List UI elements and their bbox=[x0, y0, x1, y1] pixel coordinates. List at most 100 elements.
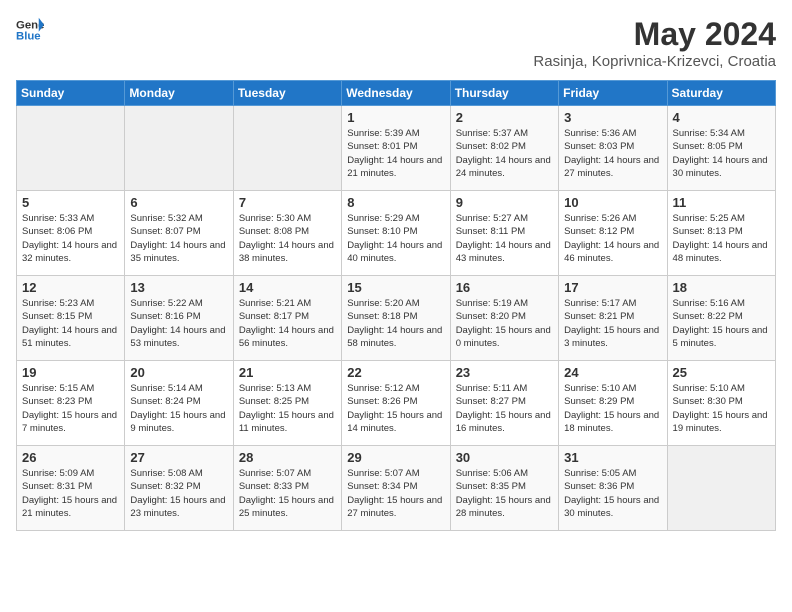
header-tuesday: Tuesday bbox=[233, 81, 341, 106]
day-info: Sunrise: 5:14 AM Sunset: 8:24 PM Dayligh… bbox=[130, 382, 227, 435]
day-info: Sunrise: 5:30 AM Sunset: 8:08 PM Dayligh… bbox=[239, 212, 336, 265]
calendar-cell: 7 Sunrise: 5:30 AM Sunset: 8:08 PM Daylig… bbox=[233, 191, 341, 276]
day-info: Sunrise: 5:07 AM Sunset: 8:33 PM Dayligh… bbox=[239, 467, 336, 520]
day-number: 27 bbox=[130, 450, 227, 465]
calendar-cell bbox=[17, 106, 125, 191]
day-number: 18 bbox=[673, 280, 770, 295]
day-number: 29 bbox=[347, 450, 444, 465]
calendar-cell: 9 Sunrise: 5:27 AM Sunset: 8:11 PM Daylig… bbox=[450, 191, 558, 276]
day-number: 26 bbox=[22, 450, 119, 465]
day-number: 1 bbox=[347, 110, 444, 125]
day-number: 19 bbox=[22, 365, 119, 380]
day-number: 4 bbox=[673, 110, 770, 125]
calendar-cell: 30 Sunrise: 5:06 AM Sunset: 8:35 PM Dayli… bbox=[450, 446, 558, 531]
day-number: 25 bbox=[673, 365, 770, 380]
calendar-cell: 28 Sunrise: 5:07 AM Sunset: 8:33 PM Dayli… bbox=[233, 446, 341, 531]
day-info: Sunrise: 5:33 AM Sunset: 8:06 PM Dayligh… bbox=[22, 212, 119, 265]
calendar-cell: 11 Sunrise: 5:25 AM Sunset: 8:13 PM Dayli… bbox=[667, 191, 775, 276]
day-info: Sunrise: 5:23 AM Sunset: 8:15 PM Dayligh… bbox=[22, 297, 119, 350]
day-info: Sunrise: 5:13 AM Sunset: 8:25 PM Dayligh… bbox=[239, 382, 336, 435]
calendar-cell: 18Sunrise: 5:16 AM Sunset: 8:22 PM Dayli… bbox=[667, 276, 775, 361]
day-info: Sunrise: 5:20 AM Sunset: 8:18 PM Dayligh… bbox=[347, 297, 444, 350]
day-info: Sunrise: 5:11 AM Sunset: 8:27 PM Dayligh… bbox=[456, 382, 553, 435]
day-number: 23 bbox=[456, 365, 553, 380]
calendar-cell: 26 Sunrise: 5:09 AM Sunset: 8:31 PM Dayli… bbox=[17, 446, 125, 531]
calendar-cell: 1 Sunrise: 5:39 AM Sunset: 8:01 PM Daylig… bbox=[342, 106, 450, 191]
calendar-cell: 19 Sunrise: 5:15 AM Sunset: 8:23 PM Dayli… bbox=[17, 361, 125, 446]
calendar-title: May 2024 bbox=[533, 16, 776, 53]
calendar-subtitle: Rasinja, Koprivnica-Krizevci, Croatia bbox=[533, 53, 776, 70]
day-number: 20 bbox=[130, 365, 227, 380]
day-number: 5 bbox=[22, 195, 119, 210]
logo: General Blue bbox=[16, 16, 44, 44]
calendar-cell bbox=[125, 106, 233, 191]
day-info: Sunrise: 5:07 AM Sunset: 8:34 PM Dayligh… bbox=[347, 467, 444, 520]
day-number: 12 bbox=[22, 280, 119, 295]
day-number: 9 bbox=[456, 195, 553, 210]
calendar-header-row: SundayMondayTuesdayWednesdayThursdayFrid… bbox=[17, 81, 776, 106]
header-thursday: Thursday bbox=[450, 81, 558, 106]
calendar-cell: 23 Sunrise: 5:11 AM Sunset: 8:27 PM Dayli… bbox=[450, 361, 558, 446]
calendar-week-1: 1 Sunrise: 5:39 AM Sunset: 8:01 PM Daylig… bbox=[17, 106, 776, 191]
day-number: 31 bbox=[564, 450, 661, 465]
day-info: Sunrise: 5:19 AM Sunset: 8:20 PM Dayligh… bbox=[456, 297, 553, 350]
calendar-cell: 4 Sunrise: 5:34 AM Sunset: 8:05 PM Daylig… bbox=[667, 106, 775, 191]
day-info: Sunrise: 5:36 AM Sunset: 8:03 PM Dayligh… bbox=[564, 127, 661, 180]
title-block: May 2024 Rasinja, Koprivnica-Krizevci, C… bbox=[533, 16, 776, 70]
calendar-cell: 10 Sunrise: 5:26 AM Sunset: 8:12 PM Dayli… bbox=[559, 191, 667, 276]
day-info: Sunrise: 5:39 AM Sunset: 8:01 PM Dayligh… bbox=[347, 127, 444, 180]
day-number: 24 bbox=[564, 365, 661, 380]
day-info: Sunrise: 5:10 AM Sunset: 8:30 PM Dayligh… bbox=[673, 382, 770, 435]
header-saturday: Saturday bbox=[667, 81, 775, 106]
day-info: Sunrise: 5:22 AM Sunset: 8:16 PM Dayligh… bbox=[130, 297, 227, 350]
day-number: 7 bbox=[239, 195, 336, 210]
calendar-cell: 31Sunrise: 5:05 AM Sunset: 8:36 PM Dayli… bbox=[559, 446, 667, 531]
calendar-cell: 15Sunrise: 5:20 AM Sunset: 8:18 PM Dayli… bbox=[342, 276, 450, 361]
logo-icon: General Blue bbox=[16, 16, 44, 44]
calendar-cell: 27 Sunrise: 5:08 AM Sunset: 8:32 PM Dayli… bbox=[125, 446, 233, 531]
day-info: Sunrise: 5:06 AM Sunset: 8:35 PM Dayligh… bbox=[456, 467, 553, 520]
day-info: Sunrise: 5:21 AM Sunset: 8:17 PM Dayligh… bbox=[239, 297, 336, 350]
day-number: 6 bbox=[130, 195, 227, 210]
day-number: 16 bbox=[456, 280, 553, 295]
day-number: 30 bbox=[456, 450, 553, 465]
day-info: Sunrise: 5:17 AM Sunset: 8:21 PM Dayligh… bbox=[564, 297, 661, 350]
calendar-cell: 20 Sunrise: 5:14 AM Sunset: 8:24 PM Dayli… bbox=[125, 361, 233, 446]
calendar-cell: 5 Sunrise: 5:33 AM Sunset: 8:06 PM Daylig… bbox=[17, 191, 125, 276]
day-info: Sunrise: 5:27 AM Sunset: 8:11 PM Dayligh… bbox=[456, 212, 553, 265]
day-info: Sunrise: 5:32 AM Sunset: 8:07 PM Dayligh… bbox=[130, 212, 227, 265]
day-number: 21 bbox=[239, 365, 336, 380]
day-info: Sunrise: 5:25 AM Sunset: 8:13 PM Dayligh… bbox=[673, 212, 770, 265]
day-number: 3 bbox=[564, 110, 661, 125]
day-info: Sunrise: 5:26 AM Sunset: 8:12 PM Dayligh… bbox=[564, 212, 661, 265]
calendar-cell: 29 Sunrise: 5:07 AM Sunset: 8:34 PM Dayli… bbox=[342, 446, 450, 531]
header-monday: Monday bbox=[125, 81, 233, 106]
day-info: Sunrise: 5:08 AM Sunset: 8:32 PM Dayligh… bbox=[130, 467, 227, 520]
day-number: 22 bbox=[347, 365, 444, 380]
calendar-cell: 3 Sunrise: 5:36 AM Sunset: 8:03 PM Daylig… bbox=[559, 106, 667, 191]
calendar-week-2: 5 Sunrise: 5:33 AM Sunset: 8:06 PM Daylig… bbox=[17, 191, 776, 276]
day-info: Sunrise: 5:12 AM Sunset: 8:26 PM Dayligh… bbox=[347, 382, 444, 435]
calendar-cell: 16 Sunrise: 5:19 AM Sunset: 8:20 PM Dayli… bbox=[450, 276, 558, 361]
header-wednesday: Wednesday bbox=[342, 81, 450, 106]
day-info: Sunrise: 5:34 AM Sunset: 8:05 PM Dayligh… bbox=[673, 127, 770, 180]
header-sunday: Sunday bbox=[17, 81, 125, 106]
day-info: Sunrise: 5:10 AM Sunset: 8:29 PM Dayligh… bbox=[564, 382, 661, 435]
page-header: General Blue May 2024 Rasinja, Koprivnic… bbox=[16, 16, 776, 70]
day-info: Sunrise: 5:09 AM Sunset: 8:31 PM Dayligh… bbox=[22, 467, 119, 520]
calendar-week-5: 26 Sunrise: 5:09 AM Sunset: 8:31 PM Dayli… bbox=[17, 446, 776, 531]
day-info: Sunrise: 5:29 AM Sunset: 8:10 PM Dayligh… bbox=[347, 212, 444, 265]
day-number: 11 bbox=[673, 195, 770, 210]
calendar-cell: 25 Sunrise: 5:10 AM Sunset: 8:30 PM Dayli… bbox=[667, 361, 775, 446]
calendar-cell: 21 Sunrise: 5:13 AM Sunset: 8:25 PM Dayli… bbox=[233, 361, 341, 446]
calendar-cell: 22 Sunrise: 5:12 AM Sunset: 8:26 PM Dayli… bbox=[342, 361, 450, 446]
calendar-cell: 8Sunrise: 5:29 AM Sunset: 8:10 PM Daylig… bbox=[342, 191, 450, 276]
day-number: 28 bbox=[239, 450, 336, 465]
day-number: 17 bbox=[564, 280, 661, 295]
day-info: Sunrise: 5:15 AM Sunset: 8:23 PM Dayligh… bbox=[22, 382, 119, 435]
calendar-cell: 12 Sunrise: 5:23 AM Sunset: 8:15 PM Dayli… bbox=[17, 276, 125, 361]
day-number: 10 bbox=[564, 195, 661, 210]
calendar-cell: 24 Sunrise: 5:10 AM Sunset: 8:29 PM Dayli… bbox=[559, 361, 667, 446]
day-info: Sunrise: 5:37 AM Sunset: 8:02 PM Dayligh… bbox=[456, 127, 553, 180]
calendar-cell bbox=[233, 106, 341, 191]
